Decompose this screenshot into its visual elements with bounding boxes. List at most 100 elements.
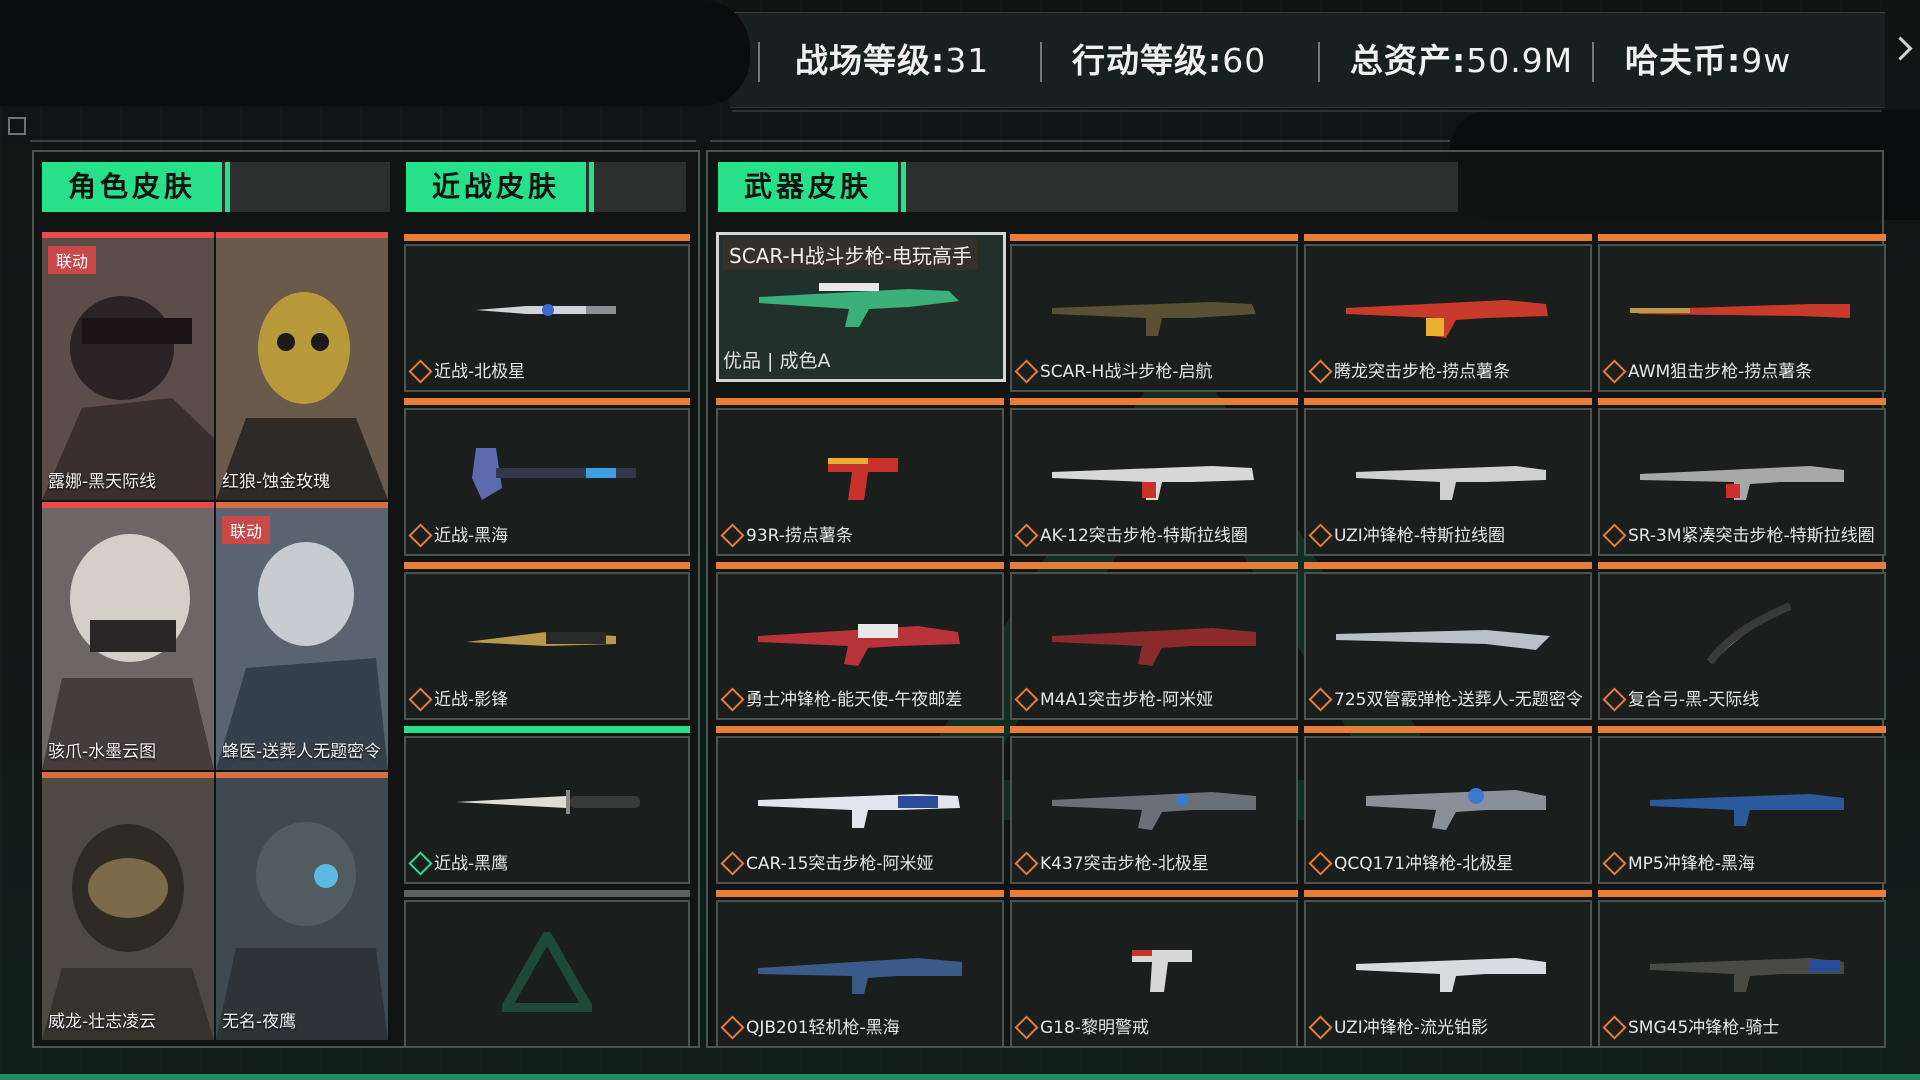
header-mask bbox=[0, 0, 750, 106]
rarity-icon bbox=[1308, 359, 1333, 384]
melee-skin-card[interactable]: 近战-影锋 bbox=[404, 562, 690, 720]
character-card[interactable]: 红狼-蚀金玫瑰 bbox=[216, 232, 388, 500]
weapon-skin-card[interactable]: 复合弓-黑-天际线 bbox=[1598, 562, 1886, 720]
weapon-skin-card[interactable]: SR-3M紧凑突击步枪-特斯拉线圈 bbox=[1598, 398, 1886, 556]
rarity-icon bbox=[1602, 523, 1627, 548]
rarity-icon bbox=[720, 687, 745, 712]
character-name: 露娜-黑天际线 bbox=[48, 472, 157, 492]
melee-skin-card[interactable]: 近战-北极星 bbox=[404, 234, 690, 392]
weapon-skin-card[interactable]: UZI冲锋枪-特斯拉线圈 bbox=[1304, 398, 1592, 556]
collab-badge: 联动 bbox=[48, 246, 97, 274]
smg-image bbox=[1356, 958, 1546, 992]
character-name: 骇爪-水墨云图 bbox=[48, 742, 157, 762]
rarity-icon bbox=[1602, 687, 1627, 712]
character-portrait bbox=[42, 508, 214, 770]
weapon-skin-name: G18-黎明警戒 bbox=[1040, 1018, 1149, 1038]
character-portrait bbox=[42, 778, 214, 1040]
weapon-skin-card[interactable]: SCAR-H战斗步枪-启航 bbox=[1010, 234, 1298, 392]
rarity-icon bbox=[1308, 1015, 1333, 1040]
rarity-icon bbox=[1308, 851, 1333, 876]
weapon-skin-name: M4A1突击步枪-阿米娅 bbox=[1040, 690, 1214, 710]
weapon-skin-name: CAR-15突击步枪-阿米娅 bbox=[746, 854, 934, 874]
weapon-skin-card[interactable]: UZI冲锋枪-流光铂影 bbox=[1304, 890, 1592, 1048]
smg-image bbox=[1356, 466, 1546, 500]
rifle-image bbox=[1346, 300, 1548, 338]
rarity-icon bbox=[720, 851, 745, 876]
weapon-skin-name: UZI冲锋枪-特斯拉线圈 bbox=[1334, 526, 1505, 546]
character-name: 红狼-蚀金玫瑰 bbox=[222, 472, 331, 492]
rarity-icon bbox=[408, 359, 433, 384]
rarity-icon bbox=[1602, 851, 1627, 876]
tab-melee-skins[interactable]: 近战皮肤 bbox=[406, 162, 594, 212]
tab-weapon-skins[interactable]: 武器皮肤 bbox=[718, 162, 906, 212]
weapon-skin-name: 复合弓-黑-天际线 bbox=[1628, 690, 1760, 710]
melee-skin-card[interactable]: 近战-黑鹰 bbox=[404, 726, 690, 884]
weapon-skin-name: SCAR-H战斗步枪-启航 bbox=[1040, 362, 1213, 382]
character-card[interactable]: 联动 露娜-黑天际线 bbox=[42, 232, 214, 500]
rarity-icon bbox=[408, 523, 433, 548]
melee-skin-name: 近战-北极星 bbox=[434, 362, 526, 382]
pistol-image bbox=[1132, 950, 1192, 992]
weapon-skin-card[interactable]: 93R-捞点薯条 bbox=[716, 398, 1004, 556]
knife-image bbox=[466, 632, 616, 646]
weapon-skin-card[interactable]: QCQ171冲锋枪-北极星 bbox=[1304, 726, 1592, 884]
weapon-skin-card[interactable]: SMG45冲锋枪-骑士 bbox=[1598, 890, 1886, 1048]
bottom-accent-line bbox=[0, 1074, 1920, 1080]
melee-skin-name: 近战-黑鹰 bbox=[434, 854, 509, 874]
knife-image bbox=[476, 304, 616, 316]
weapon-skin-card[interactable]: MP5冲锋枪-黑海 bbox=[1598, 726, 1886, 884]
rifle-image bbox=[1052, 466, 1254, 500]
divider bbox=[1040, 42, 1042, 82]
character-portrait bbox=[216, 778, 388, 1040]
dagger-image bbox=[456, 790, 640, 814]
battle-level: 战场等级:31 bbox=[795, 41, 990, 80]
weapon-skin-card-selected[interactable]: SCAR-H战斗步枪-电玩高手 优品 | 成色A bbox=[716, 232, 1006, 382]
divider bbox=[758, 42, 760, 82]
melee-skin-card[interactable]: 近战-黑海 bbox=[404, 398, 690, 556]
weapon-skin-name: QCQ171冲锋枪-北极星 bbox=[1334, 854, 1514, 874]
rarity-icon bbox=[1014, 851, 1039, 876]
rarity-icon bbox=[1014, 359, 1039, 384]
weapon-skin-name: UZI冲锋枪-流光铂影 bbox=[1334, 1018, 1488, 1038]
weapon-skin-card[interactable]: G18-黎明警戒 bbox=[1010, 890, 1298, 1048]
weapon-skin-card[interactable]: K437突击步枪-北极星 bbox=[1010, 726, 1298, 884]
rarity-icon bbox=[1014, 523, 1039, 548]
character-card[interactable]: 威龙-壮志凌云 bbox=[42, 772, 214, 1040]
weapon-skin-card[interactable]: QJB201轻机枪-黑海 bbox=[716, 890, 1004, 1048]
weapon-skin-card[interactable]: M4A1突击步枪-阿米娅 bbox=[1010, 562, 1298, 720]
weapon-skin-name: SMG45冲锋枪-骑士 bbox=[1628, 1018, 1780, 1038]
pistol-image bbox=[828, 458, 898, 500]
weapon-skin-card[interactable]: CAR-15突击步枪-阿米娅 bbox=[716, 726, 1004, 884]
rarity-icon bbox=[1014, 1015, 1039, 1040]
weapon-skin-card[interactable]: 腾龙突击步枪-捞点薯条 bbox=[1304, 234, 1592, 392]
operation-level: 行动等级:60 bbox=[1072, 41, 1267, 80]
collab-badge: 联动 bbox=[222, 516, 271, 544]
character-card[interactable]: 联动 蜂医-送葬人无题密令 bbox=[216, 502, 388, 770]
rifle-image bbox=[759, 283, 959, 327]
bow-image bbox=[1706, 602, 1792, 665]
character-card[interactable]: 骇爪-水墨云图 bbox=[42, 502, 214, 770]
weapon-skin-name: 勇士冲锋枪-能天使-午夜邮差 bbox=[746, 690, 963, 710]
weapon-skin-name: AK-12突击步枪-特斯拉线圈 bbox=[1040, 526, 1248, 546]
weapon-skin-card[interactable]: 勇士冲锋枪-能天使-午夜邮差 bbox=[716, 562, 1004, 720]
weapon-skin-card[interactable]: AWM狙击步枪-捞点薯条 bbox=[1598, 234, 1886, 392]
character-name: 蜂医-送葬人无题密令 bbox=[222, 742, 382, 762]
weapon-skin-card[interactable]: 725双管霰弹枪-送葬人-无题密令 bbox=[1304, 562, 1592, 720]
character-card[interactable]: 无名-夜鹰 bbox=[216, 772, 388, 1040]
rarity-icon bbox=[1602, 1015, 1627, 1040]
rarity-icon bbox=[720, 523, 745, 548]
sniper-image bbox=[1630, 304, 1850, 318]
weapon-skin-name: MP5冲锋枪-黑海 bbox=[1628, 854, 1755, 874]
weapon-skin-card[interactable]: AK-12突击步枪-特斯拉线圈 bbox=[1010, 398, 1298, 556]
empty-slot bbox=[404, 890, 690, 1048]
weapon-skin-name: 725双管霰弹枪-送葬人-无题密令 bbox=[1334, 690, 1583, 710]
divider-line bbox=[30, 140, 696, 142]
character-portrait bbox=[42, 238, 214, 500]
tab-character-skins[interactable]: 角色皮肤 bbox=[42, 162, 230, 212]
divider-line bbox=[732, 110, 1882, 112]
smg-image bbox=[1650, 958, 1844, 992]
empty-slot-logo-icon bbox=[502, 932, 592, 1012]
rifle-image bbox=[1640, 466, 1844, 500]
rarity-icon bbox=[408, 687, 433, 712]
character-name: 无名-夜鹰 bbox=[222, 1012, 297, 1032]
